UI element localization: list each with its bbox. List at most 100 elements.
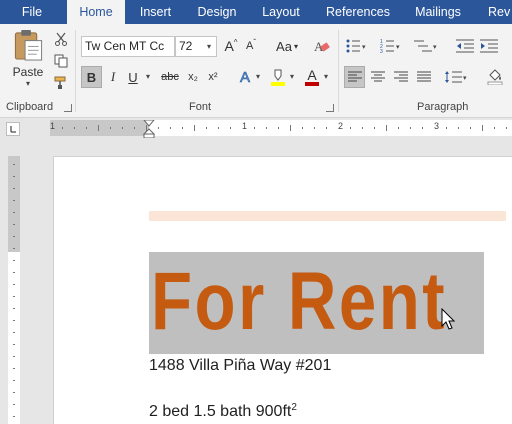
- shrink-font-icon: A: [245, 40, 254, 52]
- tab-mailings[interactable]: Mailings: [405, 0, 471, 24]
- tab-selector-button[interactable]: [6, 122, 20, 136]
- ruler-tick-mark: [13, 176, 15, 177]
- shrink-font-button[interactable]: Aˇ: [242, 36, 260, 56]
- ruler-tick-mark: [134, 127, 135, 129]
- justify-button[interactable]: [413, 66, 434, 88]
- font-name-combo[interactable]: Tw Cen MT Cc: [81, 36, 175, 57]
- word-window: File Home Insert Design Layout Reference…: [0, 0, 512, 424]
- strikethrough-button[interactable]: abc: [158, 66, 182, 88]
- ruler-tick-mark: [302, 127, 303, 129]
- ruler-tick-mark: [422, 127, 423, 129]
- tab-review[interactable]: Rev: [480, 0, 512, 24]
- ruler-tick-mark: [182, 127, 183, 129]
- ribbon-home: Paste ▾ Clipboard Tw Cen MT Cc 72 ▾ A ^ …: [0, 24, 512, 118]
- line-spacing-button[interactable]: ▾: [442, 66, 470, 88]
- tab-file[interactable]: File: [0, 0, 64, 24]
- ruler-tick-mark: [458, 127, 459, 129]
- underline-button[interactable]: U: [124, 66, 142, 88]
- clipboard-group-label: Clipboard: [6, 101, 54, 113]
- horizontal-ruler-row: 1 1 2 3: [0, 118, 512, 138]
- tab-layout[interactable]: Layout: [253, 0, 309, 24]
- group-separator: [338, 30, 339, 112]
- copy-button[interactable]: [52, 52, 70, 70]
- line-spacing-icon: ▾: [445, 71, 467, 83]
- superscript-button[interactable]: x²: [204, 66, 222, 88]
- ruler-tick-mark: [98, 125, 99, 131]
- ribbon-tab-bar: File Home Insert Design Layout Reference…: [0, 0, 512, 24]
- svg-text:▾: ▾: [362, 44, 366, 51]
- align-right-button[interactable]: [390, 66, 411, 88]
- multilevel-list-button[interactable]: ▾: [412, 36, 440, 56]
- bullets-button[interactable]: ▾: [344, 36, 368, 56]
- ruler-tick-mark: [13, 404, 15, 405]
- shading-button[interactable]: [484, 66, 506, 88]
- ruler-tick-mark: [13, 416, 15, 417]
- svg-text:▾: ▾: [463, 75, 467, 82]
- italic-button[interactable]: I: [104, 66, 122, 88]
- highlight-color-swatch: [271, 82, 285, 86]
- text-effects-dropdown-icon[interactable]: ▾: [256, 72, 260, 81]
- tab-insert[interactable]: Insert: [128, 0, 183, 24]
- font-size-combo[interactable]: 72 ▾: [175, 36, 217, 57]
- details-line[interactable]: 2 bed 1.5 bath 900ft2: [149, 402, 297, 421]
- format-painter-button[interactable]: [52, 74, 70, 92]
- numbering-button[interactable]: 1 2 3 ▾: [378, 36, 402, 56]
- font-size-dropdown-icon: ▾: [206, 42, 211, 51]
- address-line[interactable]: 1488 Villa Piña Way #201: [149, 357, 331, 375]
- increase-indent-button[interactable]: [478, 36, 500, 56]
- document-title[interactable]: For Rent: [151, 254, 445, 350]
- ruler-tick-mark: [482, 125, 483, 131]
- text-effects-button[interactable]: A: [236, 66, 254, 88]
- font-color-button[interactable]: A: [302, 66, 322, 88]
- subscript-button[interactable]: x₂: [184, 66, 202, 88]
- horizontal-ruler[interactable]: 1 1 2 3: [50, 120, 512, 138]
- paste-button[interactable]: Paste ▾: [8, 28, 48, 88]
- align-center-button[interactable]: [367, 66, 388, 88]
- decrease-indent-button[interactable]: [454, 36, 476, 56]
- left-tab-icon: [10, 126, 16, 133]
- cut-button[interactable]: [52, 30, 70, 48]
- clear-formatting-button[interactable]: A: [312, 36, 332, 56]
- mouse-pointer-icon: [441, 308, 456, 330]
- ruler-tick-mark: [86, 127, 87, 129]
- ruler-tick-mark: [13, 332, 15, 333]
- bold-button[interactable]: B: [81, 66, 102, 88]
- scissors-icon: [55, 32, 67, 46]
- font-color-dropdown-icon[interactable]: ▾: [324, 72, 328, 81]
- ruler-top-margin: [8, 156, 20, 252]
- ruler-tick-mark: [13, 260, 15, 261]
- decorative-band: [149, 211, 506, 221]
- underline-dropdown-icon[interactable]: ▾: [146, 72, 150, 81]
- ruler-tick-mark: [13, 188, 15, 189]
- align-left-button[interactable]: [344, 66, 365, 88]
- tab-home[interactable]: Home: [67, 0, 125, 24]
- ruler-tick-mark: [206, 127, 207, 129]
- ruler-tick-mark: [13, 344, 15, 345]
- ruler-tick-mark: [362, 127, 363, 129]
- font-color-icon: A: [307, 67, 317, 83]
- highlight-button[interactable]: [268, 66, 288, 88]
- font-color-swatch: [305, 82, 319, 86]
- ruler-tick-mark: [13, 368, 15, 369]
- ruler-tick-mark: [350, 127, 351, 129]
- grow-font-button[interactable]: A ^: [222, 36, 240, 56]
- ruler-tick-mark: [230, 127, 231, 129]
- change-case-button[interactable]: Aa ▾: [272, 36, 302, 56]
- ruler-tick-mark: [266, 127, 267, 129]
- font-group-label: Font: [189, 101, 212, 113]
- details-superscript: 2: [291, 402, 297, 413]
- ruler-tick-mark: [314, 127, 315, 129]
- indent-marker-icon[interactable]: [143, 120, 155, 138]
- vertical-ruler[interactable]: [8, 156, 20, 424]
- numbered-list-icon: 1 2 3 ▾: [380, 39, 400, 53]
- highlight-dropdown-icon[interactable]: ▾: [290, 72, 294, 81]
- clipboard-dialog-launcher[interactable]: [64, 104, 72, 112]
- tab-references[interactable]: References: [318, 0, 398, 24]
- tab-design[interactable]: Design: [188, 0, 246, 24]
- multilevel-list-icon: ▾: [414, 40, 437, 52]
- font-dialog-launcher[interactable]: [326, 104, 334, 112]
- ruler-number: 1: [242, 121, 248, 131]
- group-separator: [75, 30, 76, 112]
- decrease-indent-icon: [456, 39, 474, 53]
- ruler-tick-mark: [290, 125, 291, 131]
